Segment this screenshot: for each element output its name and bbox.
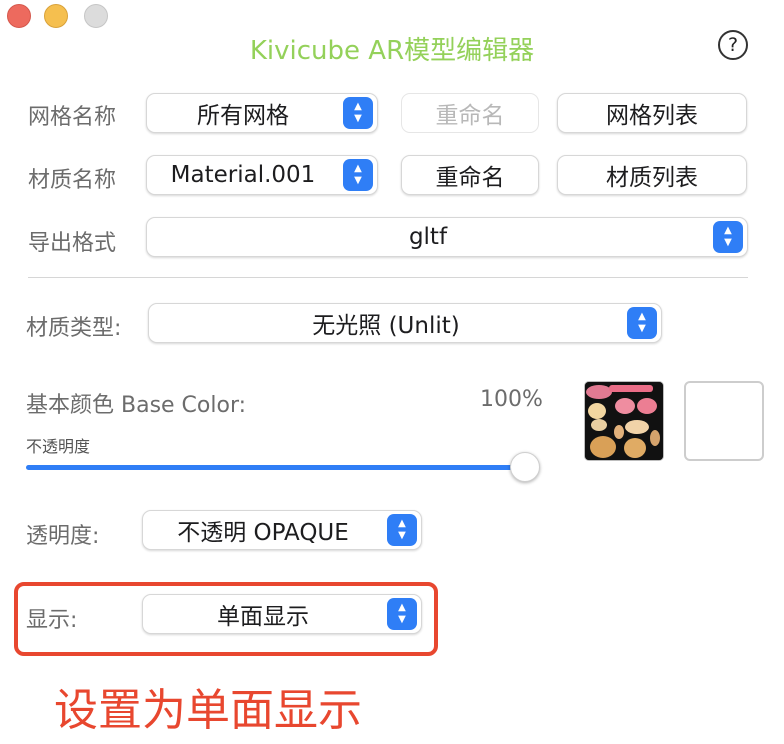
material-type-value: 无光照 (Unlit) (312, 313, 460, 339)
mesh-select[interactable]: 所有网格 ▲ ▼ (146, 93, 378, 133)
material-type-label: 材质类型: (26, 316, 122, 341)
material-select-value: Material.001 (170, 162, 316, 188)
section-divider (28, 277, 748, 278)
updown-chevron-icon: ▲ ▼ (713, 221, 743, 253)
help-icon[interactable]: ? (718, 30, 748, 60)
display-select[interactable]: 单面显示 ▲ ▼ (142, 594, 422, 634)
material-rename-button[interactable]: 重命名 (401, 155, 539, 195)
zoom-window-button[interactable] (84, 4, 108, 28)
export-format-select[interactable]: gltf ▲ ▼ (146, 217, 748, 257)
export-format-label: 导出格式 (28, 231, 117, 256)
mesh-name-label: 网格名称 (28, 105, 117, 130)
mesh-select-value: 所有网格 (197, 103, 289, 129)
display-value: 单面显示 (217, 604, 309, 630)
annotation-text: 设置为单面显示 (54, 685, 362, 736)
material-select[interactable]: Material.001 ▲ ▼ (146, 155, 378, 195)
transparency-select[interactable]: 不透明 OPAQUE ▲ ▼ (142, 510, 422, 550)
texture-atlas-image (585, 382, 663, 460)
updown-chevron-icon: ▲ ▼ (387, 514, 417, 546)
window-title: Kivicube AR模型编辑器 (249, 36, 535, 66)
mesh-rename-button[interactable]: 重命名 (401, 93, 539, 133)
updown-chevron-icon: ▲ ▼ (627, 307, 657, 339)
opacity-label: 不透明度 (26, 437, 91, 456)
texture-thumbnail[interactable] (584, 381, 664, 461)
minimize-window-button[interactable] (44, 4, 68, 28)
transparency-label: 透明度: (26, 524, 100, 549)
base-color-swatch[interactable] (684, 381, 764, 461)
opacity-percent: 100% (480, 387, 543, 412)
base-color-label: 基本颜色 Base Color: (26, 393, 247, 418)
material-name-label: 材质名称 (28, 168, 117, 193)
opacity-slider-knob[interactable] (510, 452, 540, 482)
updown-chevron-icon: ▲ ▼ (343, 159, 373, 191)
mesh-list-button[interactable]: 网格列表 (557, 93, 747, 133)
updown-chevron-icon: ▲ ▼ (343, 97, 373, 129)
export-format-value: gltf (408, 224, 448, 250)
display-label: 显示: (26, 608, 78, 633)
transparency-value: 不透明 OPAQUE (177, 520, 349, 546)
opacity-slider-track[interactable] (26, 465, 528, 470)
updown-chevron-icon: ▲ ▼ (387, 598, 417, 630)
material-type-select[interactable]: 无光照 (Unlit) ▲ ▼ (148, 303, 662, 343)
material-list-button[interactable]: 材质列表 (557, 155, 747, 195)
close-window-button[interactable] (7, 4, 31, 28)
